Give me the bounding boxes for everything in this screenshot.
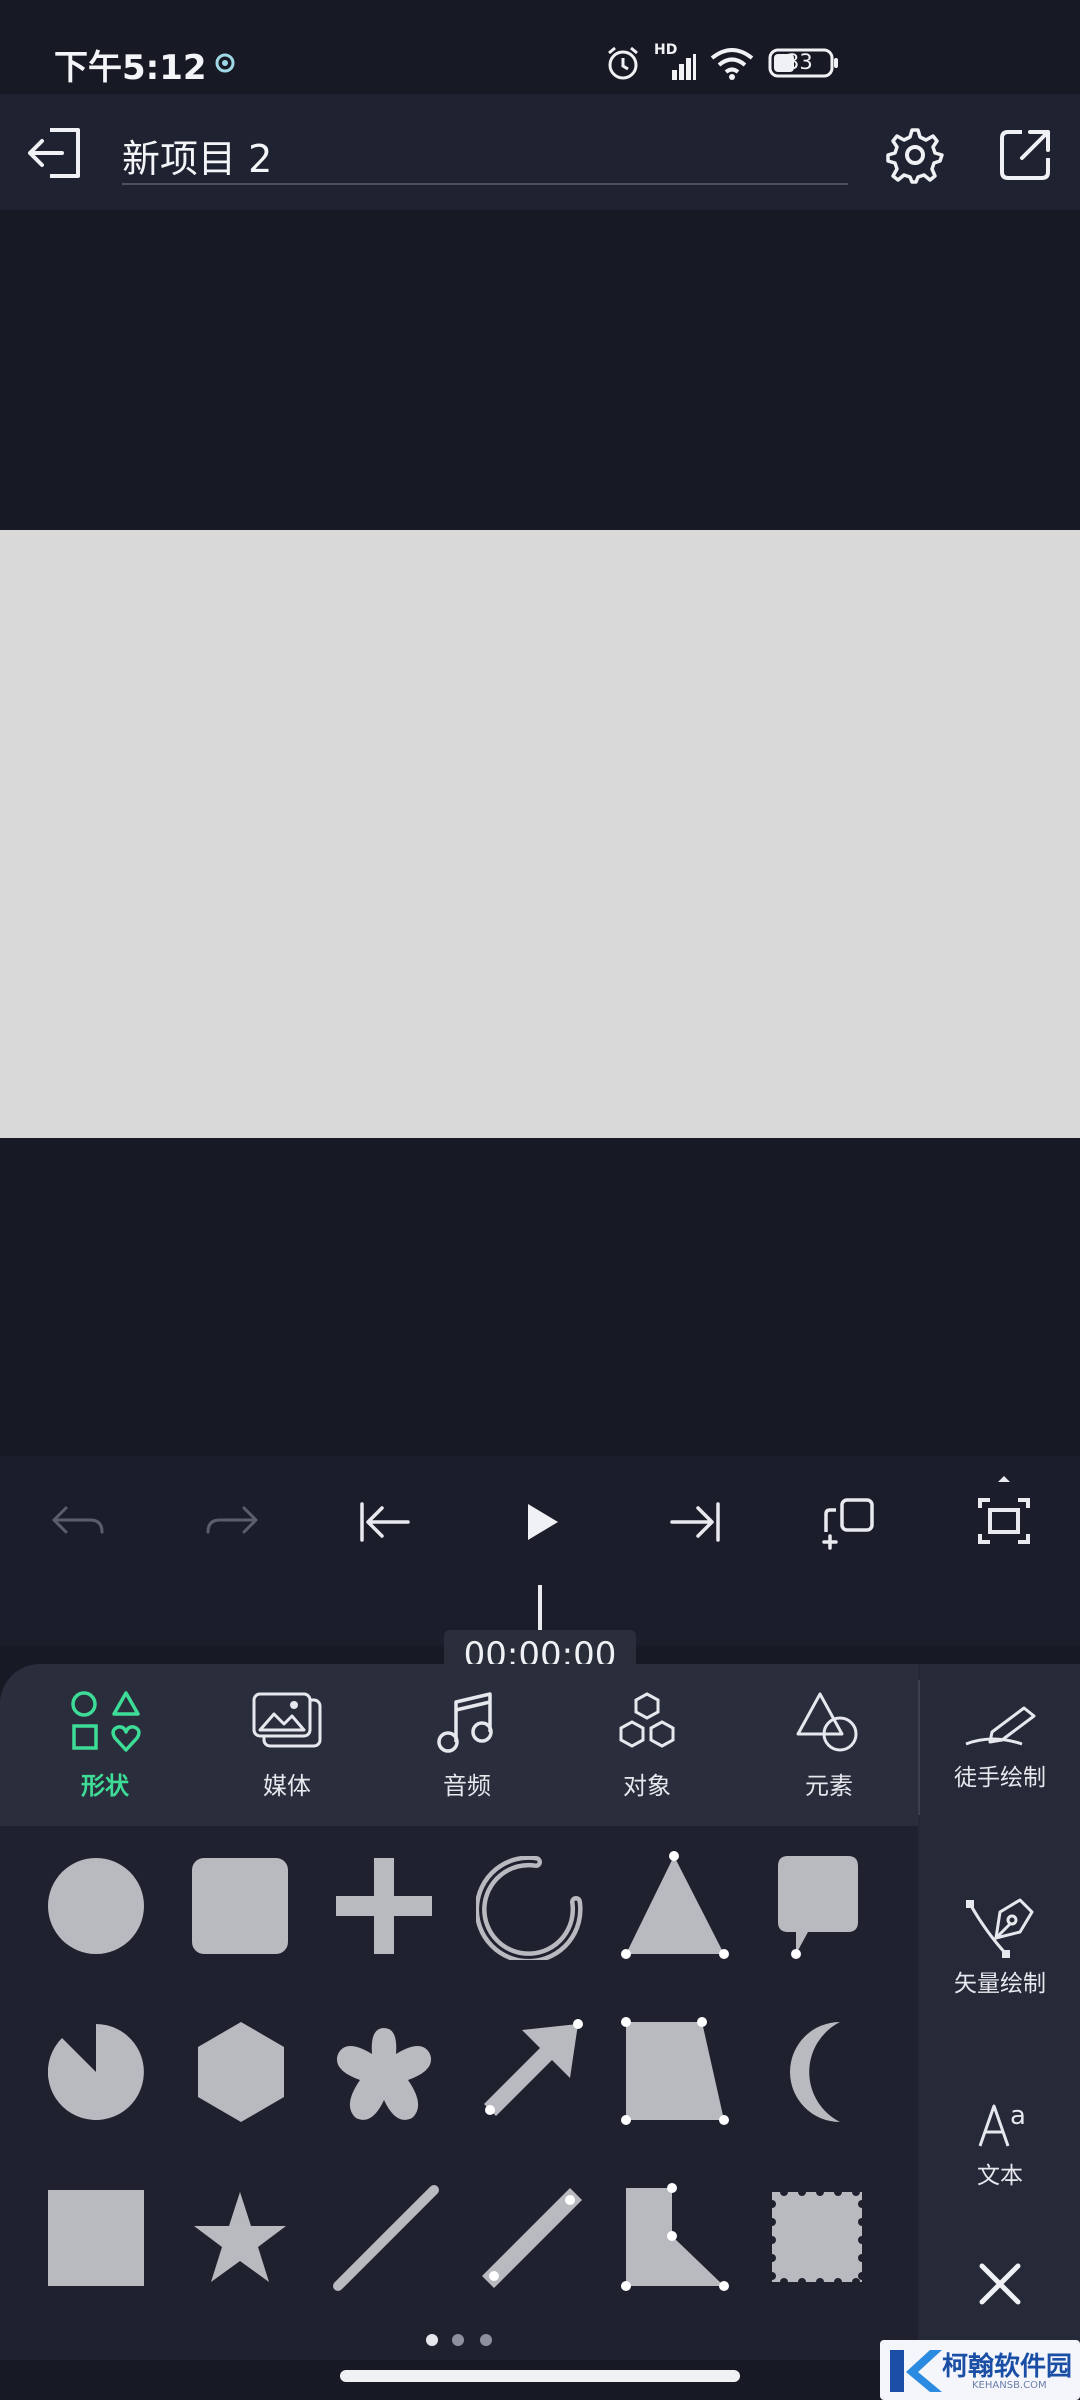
shape-speech-bubble[interactable] [778,1856,860,1962]
tab-audio[interactable]: 音频 [392,1690,542,1810]
undo-icon[interactable] [50,1502,106,1542]
text-icon: a [976,2096,1032,2150]
vector-pen-icon [966,1892,1040,1958]
tab-media-label: 媒体 [263,1772,311,1800]
tab-shapes[interactable]: 形状 [30,1690,180,1810]
shape-arrow[interactable] [478,2016,586,2126]
tab-media[interactable]: 媒体 [212,1690,362,1810]
shape-rounded-square[interactable] [192,1858,288,1954]
play-icon[interactable] [524,1500,560,1544]
shape-plus[interactable] [336,1858,432,1954]
status-time: 下午5:12 [54,48,207,88]
skip-to-end-icon[interactable] [668,1500,722,1544]
shape-hexagon[interactable] [196,2022,286,2122]
freehand-draw-label: 徒手绘制 [954,1765,1046,1791]
shape-trapezoid[interactable] [618,2016,732,2126]
shape-thick-line[interactable] [478,2184,586,2294]
watermark-logo: 柯翰软件园 KEHANSB.COM [880,2340,1080,2400]
freehand-draw-button[interactable]: 徒手绘制 [920,1700,1080,1800]
shape-pie[interactable] [48,2024,144,2120]
project-title-input[interactable]: 新项目 2 [122,128,272,183]
tab-audio-label: 音频 [443,1772,491,1800]
tab-objects[interactable]: 对象 [572,1690,722,1810]
page-dot-1[interactable] [426,2334,438,2346]
shape-square[interactable] [48,2190,144,2286]
battery-level: 33 [786,50,813,74]
page-dot-2[interactable] [452,2334,464,2346]
signal-icon [654,54,696,80]
close-icon[interactable] [978,2262,1022,2306]
shape-circle[interactable] [48,1858,144,1954]
tab-shapes-label: 形状 [81,1772,129,1800]
app-notification-icon [212,50,238,76]
shape-line[interactable] [330,2182,442,2294]
title-underline [122,183,848,185]
freehand-draw-icon [962,1704,1038,1752]
elements-icon [794,1690,864,1754]
tab-elements-label: 元素 [805,1772,853,1800]
text-tool-button[interactable]: a 文本 [920,2096,1080,2196]
skip-to-start-icon[interactable] [358,1500,412,1544]
home-indicator[interactable] [340,2370,740,2382]
text-tool-label: 文本 [977,2163,1023,2189]
duplicate-icon[interactable] [820,1496,876,1550]
export-icon[interactable] [998,128,1052,182]
shape-star[interactable] [192,2190,288,2286]
music-icon [436,1690,498,1754]
shape-stamp[interactable] [768,2188,866,2286]
battery-icon: 33 [768,48,838,78]
shape-l-shape[interactable] [618,2182,732,2294]
tab-objects-label: 对象 [623,1772,671,1800]
watermark-sub: KEHANSB.COM [972,2380,1047,2391]
objects-icon [614,1690,680,1754]
wifi-icon [710,46,754,80]
project-canvas[interactable] [0,530,1080,1138]
tab-elements[interactable]: 元素 [754,1690,904,1810]
shapes-icon [70,1690,142,1754]
media-icon [250,1690,324,1750]
shape-crescent[interactable] [788,2020,858,2124]
page-dot-3[interactable] [480,2334,492,2346]
shape-triangle[interactable] [618,1850,732,1960]
shape-ring[interactable] [476,1856,584,1960]
alarm-icon [604,44,642,82]
settings-icon[interactable] [886,126,944,184]
watermark-text: 柯翰软件园 [942,2352,1073,2382]
shape-flower[interactable] [332,2024,436,2124]
fullscreen-icon[interactable] [976,1472,1032,1554]
svg-text:a: a [1010,2101,1026,2131]
redo-icon[interactable] [204,1502,260,1542]
exit-icon[interactable] [26,126,84,180]
vector-draw-button[interactable]: 矢量绘制 [920,1892,1080,2002]
timeline-playhead[interactable] [538,1585,542,1635]
vector-draw-label: 矢量绘制 [954,1971,1046,1997]
